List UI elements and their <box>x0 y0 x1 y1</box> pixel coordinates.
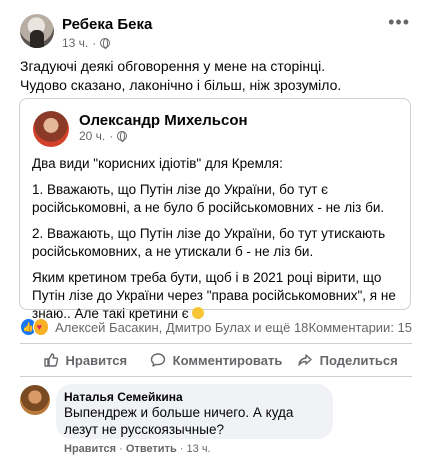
shared-time[interactable]: 20 ч. <box>79 129 105 143</box>
post-meta: 13 ч. · <box>62 36 111 50</box>
comment-time[interactable]: 13 ч. <box>187 443 211 455</box>
commenter-avatar[interactable] <box>20 385 50 415</box>
comment-reply-link[interactable]: Ответить <box>126 443 177 455</box>
comment-button[interactable]: Комментировать <box>150 345 283 375</box>
divider <box>20 343 412 344</box>
shared-author-name[interactable]: Олександр Михельсон <box>79 112 248 129</box>
shared-paragraph: Два види "корисних ідіотів" для Кремля: <box>32 156 283 171</box>
comment-icon <box>150 353 165 367</box>
author-name[interactable]: Ребека Бека <box>62 16 152 33</box>
shared-author-avatar[interactable] <box>33 111 69 147</box>
comment-footer: Нравится · Ответить · 13 ч. <box>64 443 211 455</box>
shared-meta: 20 ч. · <box>79 129 128 143</box>
shared-paragraph: Яким кретином треба бути, щоб і в 2021 р… <box>32 269 404 323</box>
globe-icon <box>100 38 111 49</box>
care-reaction-icon[interactable] <box>32 318 50 336</box>
comment-label: Комментировать <box>172 352 283 368</box>
action-bar: Нравится Комментировать Поделиться <box>20 345 412 375</box>
like-button[interactable]: Нравится <box>20 345 150 375</box>
post-text-line: Згадуючі деякі обговорення у мене на сто… <box>20 58 326 74</box>
shared-post[interactable]: Олександр Михельсон 20 ч. · Два види "ко… <box>19 98 411 321</box>
share-label: Поделиться <box>319 352 398 368</box>
like-label: Нравится <box>65 352 128 368</box>
comment-count[interactable]: Комментарии: 15 <box>308 320 412 335</box>
globe-icon <box>117 131 128 142</box>
commenter-name[interactable]: Наталья Семейкина <box>64 390 183 404</box>
more-icon[interactable]: ••• <box>388 12 410 33</box>
post-time[interactable]: 13 ч. <box>62 36 88 50</box>
reactions-bar: 👍 Алексей Басакин, Дмитро Булах и ещё 18… <box>20 318 412 336</box>
share-button[interactable]: Поделиться <box>282 345 412 375</box>
comment-bubble: Наталья Семейкина Выпендреж и больше нич… <box>56 384 333 439</box>
post-card: Ребека Бека 13 ч. · ••• Згадуючі деякі о… <box>0 0 428 465</box>
shared-paragraph: 2. Вважають, що Путін лізе до України, б… <box>32 226 386 259</box>
shared-paragraph: 1. Вважають, що Путін лізе до України, б… <box>32 182 385 215</box>
shared-paragraph-text: Яким кретином треба бути, щоб і в 2021 р… <box>32 270 396 321</box>
shared-body: Два види "корисних ідіотів" для Кремля: … <box>32 155 404 331</box>
post-text-line: Чудово сказано, лаконічно і більш, ніж з… <box>20 77 342 93</box>
post-text: Згадуючі деякі обговорення у мене на сто… <box>20 57 412 95</box>
comment-text: Выпендреж и больше ничего. А куда лезут … <box>64 405 294 437</box>
author-avatar[interactable] <box>20 14 54 48</box>
thumbs-up-icon <box>43 353 58 367</box>
comment-like-link[interactable]: Нравится <box>64 443 116 455</box>
share-icon <box>297 354 312 366</box>
divider <box>20 376 412 377</box>
reaction-names[interactable]: Алексей Басакин, Дмитро Булах и ещё 18 <box>55 320 308 335</box>
